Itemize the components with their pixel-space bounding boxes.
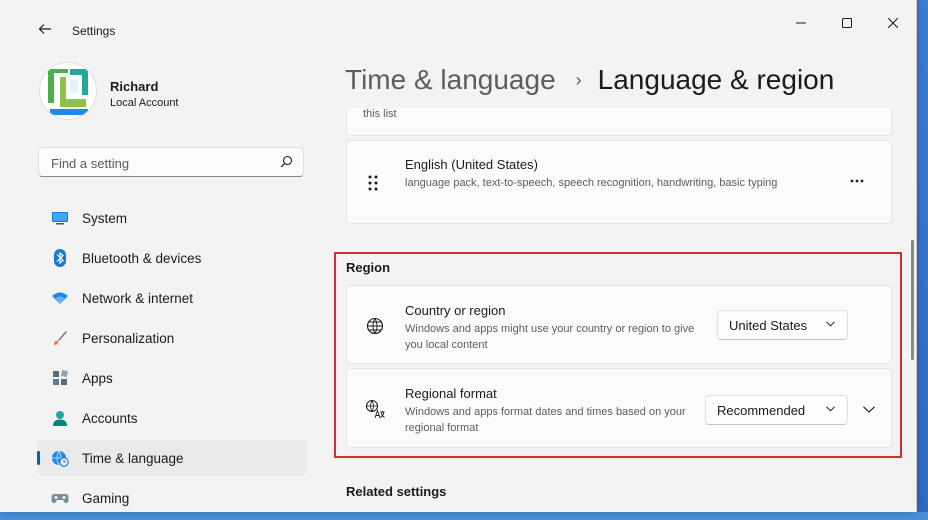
more-icon <box>850 179 864 183</box>
sidebar-item-system[interactable]: System <box>38 200 306 236</box>
close-button[interactable] <box>870 8 916 38</box>
monitor-icon <box>50 208 70 228</box>
globe-clock-icon <box>50 448 70 468</box>
sidebar-item-label: Gaming <box>82 490 130 506</box>
avatar[interactable] <box>40 63 96 119</box>
close-icon <box>888 18 898 28</box>
search-input[interactable] <box>49 153 273 173</box>
minimize-icon <box>796 22 806 24</box>
scrollbar[interactable] <box>911 240 914 360</box>
back-button[interactable] <box>30 14 60 44</box>
settings-window: Settings Richard Local Account Find a se… <box>0 0 917 512</box>
drag-handle-icon[interactable] <box>367 175 379 191</box>
breadcrumb-parent-link[interactable]: Time & language <box>345 64 556 96</box>
sidebar-item-personalization[interactable]: Personalization <box>38 320 306 356</box>
sidebar-item-label: Personalization <box>82 330 175 346</box>
maximize-icon <box>842 18 852 28</box>
sidebar-item-label: Apps <box>82 370 113 386</box>
profile-logo-icon <box>40 63 96 119</box>
wifi-icon <box>50 288 70 308</box>
maximize-button[interactable] <box>824 8 870 38</box>
related-settings-header: Related settings <box>346 484 447 499</box>
app-title: Settings <box>72 24 116 38</box>
sidebar-item-accounts[interactable]: Accounts <box>38 400 306 436</box>
region-highlight-box <box>334 252 902 458</box>
back-arrow-icon <box>38 24 51 34</box>
sidebar-item-time-language[interactable]: Time & language <box>37 440 306 476</box>
language-card[interactable]: English (United States) language pack, t… <box>346 140 892 224</box>
sidebar-item-label: System <box>82 210 128 226</box>
profile-name: Richard <box>110 79 159 94</box>
brush-icon <box>50 328 70 348</box>
bluetooth-icon <box>50 248 70 268</box>
search-icon <box>280 155 293 168</box>
more-options-button[interactable] <box>845 169 869 193</box>
breadcrumb: Time & language › Language & region <box>345 64 834 96</box>
sidebar-item-label: Accounts <box>82 410 138 426</box>
page-title: Language & region <box>597 64 835 95</box>
person-icon <box>50 408 70 428</box>
gamepad-icon <box>50 488 70 508</box>
sidebar-item-gaming[interactable]: Gaming <box>38 480 306 516</box>
breadcrumb-separator: › <box>575 69 582 90</box>
language-features: language pack, text-to-speech, speech re… <box>405 177 778 189</box>
title-bar: Settings <box>0 0 916 44</box>
minimize-button[interactable] <box>778 8 824 38</box>
sidebar-item-label: Bluetooth & devices <box>82 250 202 266</box>
languages-list-partial-card: this list <box>346 108 892 136</box>
apps-icon <box>50 368 70 388</box>
sidebar-item-apps[interactable]: Apps <box>38 360 306 396</box>
search-box[interactable] <box>38 147 304 177</box>
sidebar-item-label: Network & internet <box>82 290 194 306</box>
language-name: English (United States) <box>405 157 538 172</box>
sidebar-item-bluetooth[interactable]: Bluetooth & devices <box>38 240 306 276</box>
sidebar-item-network[interactable]: Network & internet <box>38 280 306 316</box>
sidebar-item-label: Time & language <box>82 450 184 466</box>
partial-text: this list <box>363 108 397 120</box>
account-type: Local Account <box>110 97 179 109</box>
sidebar-nav: System Bluetooth & devices Network & int… <box>37 200 306 520</box>
